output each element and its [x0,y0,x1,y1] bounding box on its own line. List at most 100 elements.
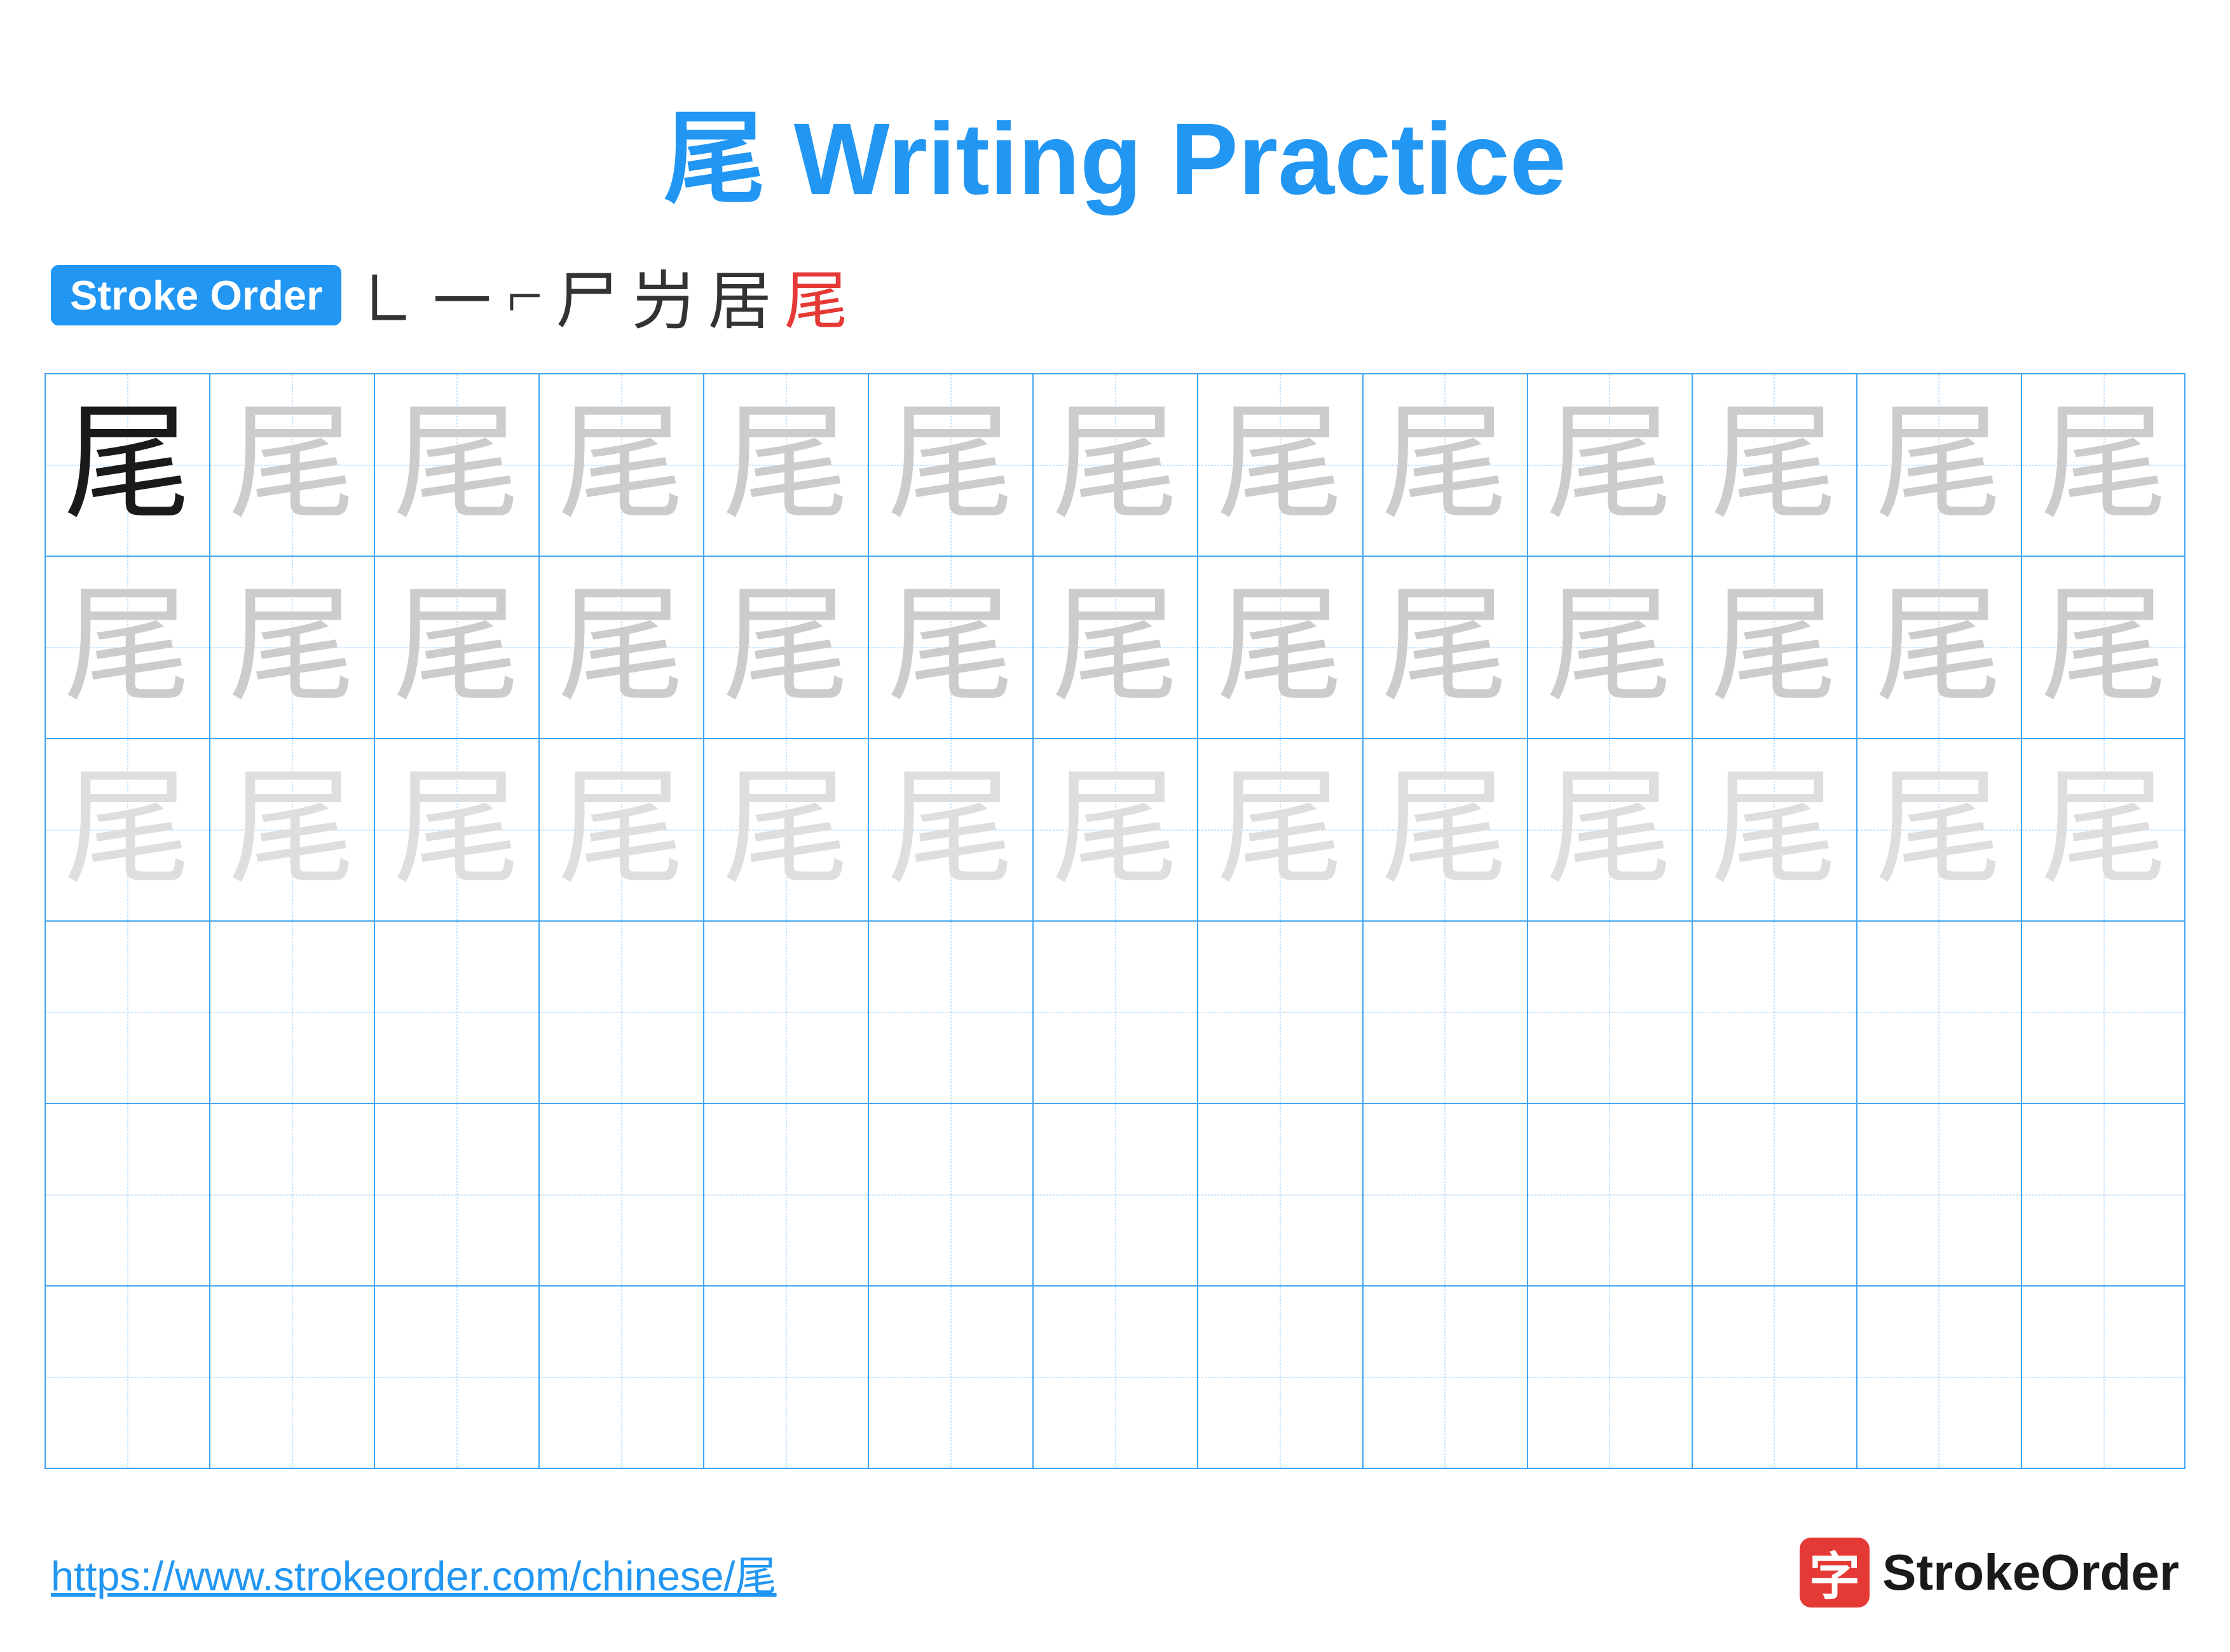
grid-cell-4-5[interactable] [869,922,1034,1103]
grid-cell-5-10[interactable] [1693,1104,1857,1285]
stroke-order-badge: Stroke Order [51,265,341,325]
grid-cell-5-9[interactable] [1528,1104,1693,1285]
char-gray: 尾 [1381,584,1508,711]
char-dark-reference: 尾 [64,402,191,529]
grid-cell-5-11[interactable] [1857,1104,2022,1285]
grid-cell-4-0[interactable] [46,922,210,1103]
grid-cell-6-1[interactable] [210,1287,375,1468]
grid-cell-6-7[interactable] [1198,1287,1363,1468]
char-gray: 尾 [1381,402,1508,529]
grid-cell-3-2: 尾 [375,739,540,920]
grid-cell-4-3[interactable] [540,922,704,1103]
grid-cell-2-12: 尾 [2022,557,2187,738]
char-light-gray: 尾 [393,767,521,894]
grid-cell-6-2[interactable] [375,1287,540,1468]
grid-cell-6-3[interactable] [540,1287,704,1468]
grid-cell-6-6[interactable] [1034,1287,1198,1468]
char-gray: 尾 [1217,584,1344,711]
char-gray: 尾 [1875,402,2002,529]
grid-cell-4-6[interactable] [1034,922,1198,1103]
char-gray: 尾 [64,584,191,711]
grid-cell-6-5[interactable] [869,1287,1034,1468]
char-gray: 尾 [1546,402,1673,529]
grid-cell-2-8: 尾 [1364,557,1528,738]
footer-logo-icon: 字 [1800,1538,1870,1608]
grid-cell-1-9: 尾 [1528,374,1693,556]
char-gray: 尾 [393,584,521,711]
grid-cell-2-7: 尾 [1198,557,1363,738]
grid-cell-6-12[interactable] [2022,1287,2187,1468]
footer-logo: 字 StrokeOrder [1800,1538,2179,1608]
grid-cell-6-8[interactable] [1364,1287,1528,1468]
grid-cell-5-0[interactable] [46,1104,210,1285]
grid-cell-6-10[interactable] [1693,1287,1857,1468]
grid-cell-2-0: 尾 [46,557,210,738]
stroke-step-6: 居 [708,249,772,341]
grid-row-5 [46,1104,2184,1287]
grid-cell-2-1: 尾 [210,557,375,738]
grid-cell-1-3: 尾 [540,374,704,556]
grid-cell-3-4: 尾 [704,739,869,920]
grid-cell-4-12[interactable] [2022,922,2187,1103]
grid-cell-2-2: 尾 [375,557,540,738]
char-gray: 尾 [1052,402,1179,529]
footer-url[interactable]: https://www.strokeorder.com/chinese/尾 [51,1543,777,1602]
grid-cell-4-8[interactable] [1364,922,1528,1103]
grid-cell-4-11[interactable] [1857,922,2022,1103]
char-gray: 尾 [887,402,1015,529]
grid-cell-1-11: 尾 [1857,374,2022,556]
grid-cell-4-2[interactable] [375,922,540,1103]
grid-cell-3-5: 尾 [869,739,1034,920]
grid-cell-2-6: 尾 [1034,557,1198,738]
char-gray: 尾 [229,584,356,711]
grid-cell-3-11: 尾 [1857,739,2022,920]
grid-cell-1-2: 尾 [375,374,540,556]
grid-cell-5-2[interactable] [375,1104,540,1285]
stroke-step-3: ⌐ [507,259,542,332]
grid-cell-5-8[interactable] [1364,1104,1528,1285]
grid-cell-5-7[interactable] [1198,1104,1363,1285]
grid-cell-4-10[interactable] [1693,922,1857,1103]
char-gray: 尾 [393,402,521,529]
grid-cell-6-4[interactable] [704,1287,869,1468]
grid-cell-5-12[interactable] [2022,1104,2187,1285]
stroke-step-7: 尾 [784,249,848,341]
char-gray: 尾 [1052,584,1179,711]
grid-cell-4-1[interactable] [210,922,375,1103]
grid-cell-3-6: 尾 [1034,739,1198,920]
stroke-step-4: 尸 [556,249,619,341]
grid-cell-5-5[interactable] [869,1104,1034,1285]
grid-cell-2-9: 尾 [1528,557,1693,738]
char-gray: 尾 [1217,402,1344,529]
char-gray: 尾 [1711,402,1838,529]
grid-cell-5-1[interactable] [210,1104,375,1285]
char-gray: 尾 [2041,584,2168,711]
grid-row-3: 尾 尾 尾 尾 尾 尾 尾 尾 尾 尾 尾 尾 [46,739,2184,922]
stroke-step-2: ㇐ [430,249,494,341]
grid-cell-1-8: 尾 [1364,374,1528,556]
char-light-gray: 尾 [1052,767,1179,894]
grid-cell-1-6: 尾 [1034,374,1198,556]
grid-cell-6-9[interactable] [1528,1287,1693,1468]
char-gray: 尾 [229,402,356,529]
grid-cell-6-11[interactable] [1857,1287,2022,1468]
grid-cell-1-10: 尾 [1693,374,1857,556]
stroke-step-1: ㇗ [354,249,418,341]
grid-cell-5-6[interactable] [1034,1104,1198,1285]
grid-cell-3-7: 尾 [1198,739,1363,920]
char-light-gray: 尾 [2041,767,2168,894]
grid-cell-3-1: 尾 [210,739,375,920]
char-light-gray: 尾 [723,767,850,894]
grid-cell-5-4[interactable] [704,1104,869,1285]
grid-cell-4-7[interactable] [1198,922,1363,1103]
grid-row-1: 尾 尾 尾 尾 尾 尾 尾 尾 尾 尾 尾 尾 [46,374,2184,557]
grid-cell-4-4[interactable] [704,922,869,1103]
grid-cell-1-12: 尾 [2022,374,2187,556]
grid-cell-5-3[interactable] [540,1104,704,1285]
grid-cell-1-7: 尾 [1198,374,1363,556]
footer: https://www.strokeorder.com/chinese/尾 字 … [0,1538,2230,1608]
char-light-gray: 尾 [229,767,356,894]
char-light-gray: 尾 [1546,767,1673,894]
grid-cell-4-9[interactable] [1528,922,1693,1103]
grid-cell-6-0[interactable] [46,1287,210,1468]
